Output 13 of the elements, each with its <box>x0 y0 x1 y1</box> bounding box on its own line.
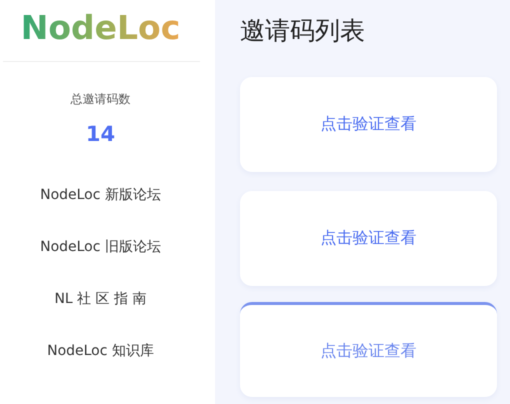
nav-link[interactable]: NodeLoc 旧版论坛 <box>40 238 161 256</box>
invite-card[interactable]: 点击验证查看 <box>240 77 497 172</box>
page-title: 邀请码列表 <box>240 15 366 47</box>
invite-card[interactable]: 点击验证查看 <box>240 302 497 397</box>
invite-card[interactable]: 点击验证查看 <box>240 191 497 286</box>
verify-link[interactable]: 点击验证查看 <box>320 114 416 135</box>
nav-link[interactable]: NodeLoc 新版论坛 <box>40 186 161 204</box>
stat-count: 14 <box>86 122 116 146</box>
verify-link[interactable]: 点击验证查看 <box>320 228 416 249</box>
verify-link[interactable]: 点击验证查看 <box>320 340 416 362</box>
nav-link[interactable]: NL 社 区 指 南 <box>54 290 147 308</box>
stat-label: 总邀请码数 <box>70 91 130 108</box>
nav-link[interactable]: NodeLoc 知识库 <box>47 342 154 360</box>
